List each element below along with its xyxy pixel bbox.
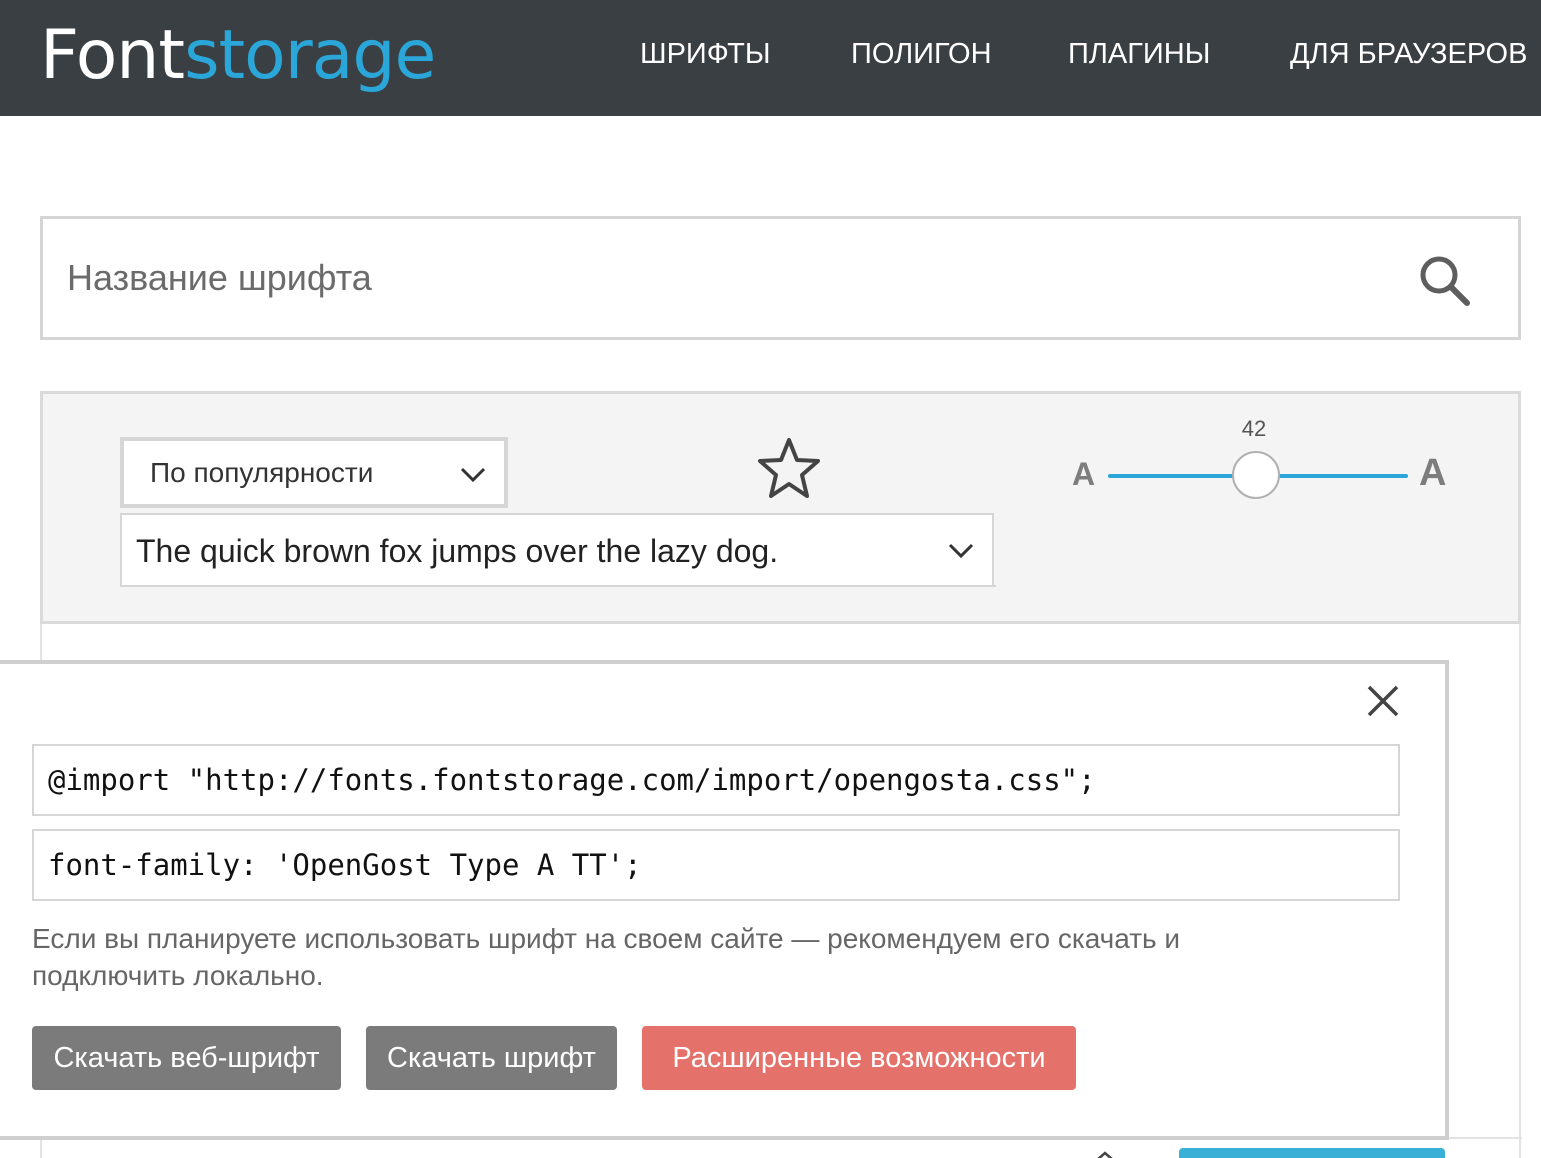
download-webfont-button[interactable]: Скачать веб-шрифт (32, 1026, 341, 1090)
nav-item-polygon[interactable]: ПОЛИГОН (851, 34, 992, 74)
font-family-code-field[interactable]: font-family: 'OpenGost Type A TT'; (32, 829, 1400, 901)
nav-item-browsers[interactable]: ДЛЯ БРАУЗЕРОВ (1290, 34, 1527, 74)
card-action-button[interactable] (1179, 1148, 1445, 1158)
chevron-up-icon (1097, 1151, 1113, 1158)
embed-popup: @import "http://fonts.fontstorage.com/im… (0, 660, 1449, 1140)
search-box (40, 216, 1521, 340)
filter-panel: По популярности The quick brown fox jump… (40, 391, 1521, 624)
sample-text-select[interactable]: The quick brown fox jumps over the lazy … (120, 513, 996, 587)
sample-text-value: The quick brown fox jumps over the lazy … (136, 533, 779, 569)
import-code-field[interactable]: @import "http://fonts.fontstorage.com/im… (32, 744, 1400, 816)
size-slider-thumb[interactable] (1232, 451, 1280, 499)
sort-select[interactable]: По популярности (120, 437, 508, 508)
close-icon[interactable] (1366, 684, 1400, 718)
local-usage-hint: Если вы планируете использовать шрифт на… (32, 923, 1181, 991)
size-slider-value: 42 (1241, 416, 1267, 441)
logo-text-font: Font (40, 16, 185, 95)
site-header: Fontstorage ШРИФТЫ ПОЛИГОН ПЛАГИНЫ ДЛЯ Б… (0, 0, 1541, 116)
chevron-down-icon (460, 467, 486, 483)
nav-item-plugins[interactable]: ПЛАГИНЫ (1068, 34, 1210, 74)
size-max-label: A (1419, 452, 1447, 494)
site-logo[interactable]: Fontstorage (40, 14, 436, 98)
sort-select-value: По популярности (150, 457, 374, 488)
select-underline (928, 585, 996, 587)
download-font-button[interactable]: Скачать шрифт (366, 1026, 617, 1090)
advanced-options-button[interactable]: Расширенные возможности (642, 1026, 1076, 1090)
nav-item-fonts[interactable]: ШРИФТЫ (640, 34, 771, 74)
divider (1446, 1137, 1522, 1139)
search-icon[interactable] (1417, 253, 1473, 309)
chevron-down-icon (948, 543, 974, 559)
search-input[interactable] (67, 243, 1367, 313)
logo-text-storage: storage (184, 16, 436, 95)
size-min-label: A (1072, 456, 1096, 492)
star-icon[interactable] (757, 437, 821, 499)
